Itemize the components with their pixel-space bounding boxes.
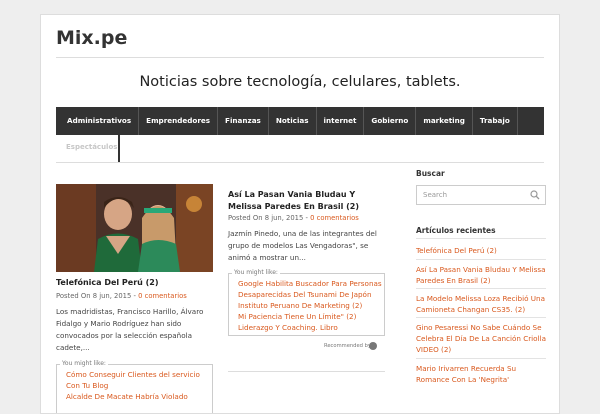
post-date: 8 jun, 2015 bbox=[264, 214, 304, 222]
recent-divider bbox=[416, 317, 546, 318]
recent-post-link[interactable]: Telefónica Del Perú (2) bbox=[416, 245, 546, 256]
nav-divider bbox=[118, 135, 120, 162]
you-might-like-label: You might like: bbox=[60, 360, 108, 367]
page-container: Mix.pe Noticias sobre tecnología, celula… bbox=[40, 14, 560, 414]
main-nav: Administrativos Emprendedores Finanzas N… bbox=[56, 107, 544, 135]
you-might-like-box-2: You might like: Google Habilita Buscador… bbox=[228, 269, 385, 336]
post-excerpt-1: Los madridistas, Francisco Harillo, Álva… bbox=[56, 307, 204, 352]
nav-second-row: Espectáculos bbox=[56, 135, 544, 163]
post-excerpt-2: Jazmín Pinedo, una de las integrantes de… bbox=[228, 229, 377, 262]
post-title-2[interactable]: Así La Pasan Vania Bludau Y Melissa Pare… bbox=[228, 189, 388, 213]
nav-item-internet[interactable]: internet bbox=[317, 107, 365, 135]
search-icon[interactable] bbox=[530, 190, 540, 200]
posted-on-label: Posted On bbox=[228, 214, 263, 222]
recent-divider bbox=[416, 288, 546, 289]
meta-separator: - bbox=[133, 292, 136, 300]
recent-divider bbox=[416, 358, 546, 359]
search-heading: Buscar bbox=[416, 169, 445, 178]
nav-item-gobierno[interactable]: Gobierno bbox=[364, 107, 417, 135]
post-meta-1: Posted On 8 jun, 2015 - 0 comentarios bbox=[56, 292, 187, 300]
recent-divider bbox=[416, 238, 546, 239]
related-link[interactable]: Alcalde De Macate Habría Violado bbox=[66, 391, 212, 402]
recent-divider bbox=[416, 259, 546, 260]
nav-item-trabajo[interactable]: Trabajo bbox=[473, 107, 518, 135]
related-link[interactable]: Google Habilita Buscador Para Personas D… bbox=[238, 278, 384, 300]
related-link[interactable]: Mi Paciencia Tiene Un Límite" (2) bbox=[238, 311, 384, 322]
nav-item-noticias[interactable]: Noticias bbox=[269, 107, 317, 135]
comments-link[interactable]: 0 comentarios bbox=[310, 214, 359, 222]
posted-on-label: Posted On bbox=[56, 292, 91, 300]
related-link[interactable]: Liderazgo Y Coaching. Libro bbox=[238, 322, 384, 333]
nav-item-espectaculos[interactable]: Espectáculos bbox=[66, 143, 117, 151]
nav-item-finanzas[interactable]: Finanzas bbox=[218, 107, 269, 135]
related-link[interactable]: Instituto Peruano De Marketing (2) bbox=[238, 300, 384, 311]
recent-posts-heading: Artículos recientes bbox=[416, 226, 496, 235]
recent-post-link[interactable]: Gino Pesaressi No Sabe Cuándo Se Celebra… bbox=[416, 322, 546, 355]
header-divider bbox=[56, 57, 544, 58]
site-tagline: Noticias sobre tecnología, celulares, ta… bbox=[139, 74, 461, 90]
recommender-logo-icon[interactable] bbox=[369, 342, 377, 350]
post-thumbnail[interactable] bbox=[56, 184, 213, 272]
recent-post-link[interactable]: Mario Irivarren Recuerda Su Romance Con … bbox=[416, 363, 546, 385]
post-title-1[interactable]: Telefónica Del Perú (2) bbox=[56, 277, 216, 289]
recent-post-link[interactable]: La Modelo Melissa Loza Recibió Una Camio… bbox=[416, 293, 546, 315]
post-meta-2: Posted On 8 jun, 2015 - 0 comentarios bbox=[228, 214, 359, 222]
nav-item-marketing[interactable]: marketing bbox=[416, 107, 473, 135]
related-list-1: Cómo Conseguir Clientes del servicio Con… bbox=[66, 369, 212, 402]
post-thumbnail-image bbox=[56, 184, 213, 272]
comments-link[interactable]: 0 comentarios bbox=[138, 292, 187, 300]
search-placeholder: Search bbox=[423, 191, 448, 199]
site-title[interactable]: Mix.pe bbox=[56, 27, 127, 49]
related-list-2: Google Habilita Buscador Para Personas D… bbox=[238, 278, 384, 333]
related-link[interactable]: Cómo Conseguir Clientes del servicio Con… bbox=[66, 369, 212, 391]
post-divider bbox=[228, 371, 385, 372]
post-date: 8 jun, 2015 bbox=[92, 292, 132, 300]
meta-separator: - bbox=[305, 214, 308, 222]
nav-item-administrativos[interactable]: Administrativos bbox=[60, 107, 140, 135]
search-input[interactable]: Search bbox=[416, 185, 546, 205]
nav-item-emprendedores[interactable]: Emprendedores bbox=[139, 107, 219, 135]
you-might-like-label: You might like: bbox=[232, 269, 280, 276]
recommended-by-label: Recommended by bbox=[324, 343, 371, 349]
you-might-like-box-1: You might like: Cómo Conseguir Clientes … bbox=[56, 360, 213, 413]
recent-post-link[interactable]: Así La Pasan Vania Bludau Y Melissa Pare… bbox=[416, 264, 546, 286]
